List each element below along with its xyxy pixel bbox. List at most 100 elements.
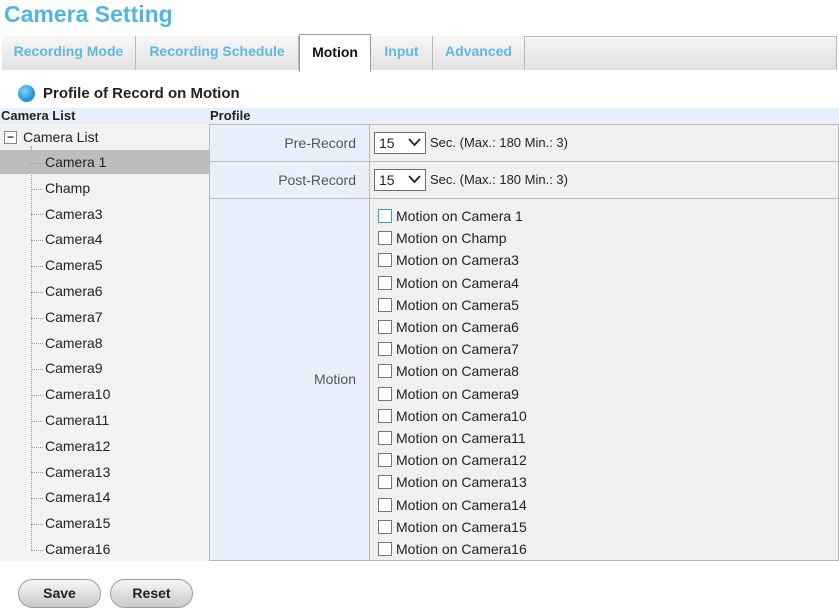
column-header-strip <box>0 108 839 124</box>
tree-item-camera[interactable]: Camera11 <box>31 408 209 432</box>
motion-checkbox[interactable] <box>378 542 392 556</box>
tree-connector <box>31 240 43 242</box>
tree-connector <box>31 265 43 267</box>
reset-button[interactable]: Reset <box>110 579 193 608</box>
motion-checkbox-item[interactable]: Motion on Camera8 <box>378 361 519 381</box>
motion-checkbox[interactable] <box>378 453 392 468</box>
tab-input[interactable]: Input <box>371 36 433 70</box>
tree-item-label: Camera6 <box>45 283 103 299</box>
motion-checkbox[interactable] <box>378 320 392 334</box>
tree-root[interactable]: − Camera List <box>4 128 98 146</box>
save-button[interactable]: Save <box>18 579 101 608</box>
tree-item-camera[interactable]: Camera12 <box>31 434 209 458</box>
tree-item-camera[interactable]: Camera10 <box>31 382 209 406</box>
motion-checkbox[interactable] <box>378 364 392 379</box>
tree-item-label: Camera3 <box>45 205 103 222</box>
motion-checkbox-label: Motion on Camera8 <box>396 363 519 380</box>
tree-item-label: Camera11 <box>45 412 110 428</box>
tree-item-camera[interactable]: Champ <box>31 176 209 200</box>
tree-item-label: Camera4 <box>45 231 103 248</box>
tab-motion[interactable]: Motion <box>299 34 371 72</box>
motion-checkbox-item[interactable]: Motion on Camera3 <box>378 250 519 270</box>
motion-options-cell: Motion on Camera 1 Motion on Champ Motion … <box>370 199 838 560</box>
motion-checkbox-label: Motion on Camera12 <box>396 452 527 469</box>
motion-checkbox-item[interactable]: Motion on Camera15 <box>378 517 527 537</box>
motion-checkbox-item[interactable]: Motion on Camera9 <box>378 384 519 404</box>
motion-checkbox[interactable] <box>378 297 392 312</box>
tree-connector <box>31 498 43 500</box>
camera-list-header: Camera List <box>1 108 76 123</box>
motion-checkbox-item[interactable]: Motion on Camera14 <box>378 495 527 515</box>
tree-item-camera[interactable]: Camera9 <box>31 356 209 380</box>
motion-checkbox-item[interactable]: Motion on Camera10 <box>378 406 527 426</box>
motion-checkbox[interactable] <box>378 253 392 268</box>
tree-item-camera[interactable]: Camera13 <box>31 460 209 484</box>
motion-checkbox-label: Motion on Camera5 <box>396 296 519 313</box>
tree-item-camera[interactable]: Camera7 <box>31 305 209 329</box>
motion-checkbox-item[interactable]: Motion on Camera4 <box>378 273 519 293</box>
tree-item-label: Camera9 <box>45 360 103 377</box>
tree-item-camera[interactable]: Camera8 <box>31 331 209 355</box>
blue-bullet-icon <box>18 84 35 102</box>
tree-connector <box>31 369 43 371</box>
motion-checkbox-label: Motion on Camera13 <box>396 474 527 491</box>
tree-item-camera[interactable]: Camera16 <box>31 537 209 561</box>
motion-checkbox-label: Motion on Camera14 <box>396 496 527 513</box>
motion-checkbox-item[interactable]: Motion on Camera6 <box>378 317 519 337</box>
motion-checkbox[interactable] <box>378 231 392 246</box>
post-record-note: Sec. (Max.: 180 Min.: 3) <box>430 172 568 187</box>
motion-checkbox-item[interactable]: Motion on Camera12 <box>378 450 527 470</box>
post-record-select[interactable]: 15 <box>374 169 426 191</box>
motion-checkbox[interactable] <box>378 275 392 290</box>
tree-item-camera[interactable]: Camera 1 <box>0 150 209 174</box>
tree-connector <box>31 317 43 319</box>
motion-checkbox-label: Motion on Camera16 <box>396 541 527 557</box>
profile-header: Profile <box>210 108 251 123</box>
motion-checkbox-item[interactable]: Motion on Camera5 <box>378 295 519 315</box>
tree-item-camera[interactable]: Camera3 <box>31 202 209 226</box>
tree-connector <box>31 162 43 164</box>
motion-checkbox-item[interactable]: Motion on Champ <box>378 228 507 248</box>
motion-checkbox-item[interactable]: Motion on Camera13 <box>378 472 527 492</box>
section-title: Profile of Record on Motion <box>43 84 240 102</box>
tree-item-camera[interactable]: Camera14 <box>31 485 209 509</box>
section-header: Profile of Record on Motion <box>18 82 240 104</box>
motion-checkbox-label: Motion on Camera15 <box>396 518 527 535</box>
post-record-row: Post-Record 15 Sec. (Max.: 180 Min.: 3) <box>209 161 839 199</box>
tree-item-label: Camera13 <box>45 463 111 480</box>
motion-checkbox-item[interactable]: Motion on Camera16 <box>378 539 527 559</box>
tree-item-camera[interactable]: Camera5 <box>31 253 209 277</box>
tree-connector <box>31 343 43 345</box>
tree-item-camera[interactable]: Camera4 <box>31 227 209 251</box>
chevron-down-icon <box>408 175 421 184</box>
tree-connector <box>31 214 43 216</box>
motion-checkbox-label: Motion on Champ <box>396 230 507 247</box>
motion-checkbox[interactable] <box>378 408 392 423</box>
motion-checkbox[interactable] <box>378 519 392 534</box>
tree-item-label: Camera8 <box>45 334 103 351</box>
motion-checkbox[interactable] <box>378 386 392 401</box>
motion-checkbox[interactable] <box>378 431 392 445</box>
tab-advanced[interactable]: Advanced <box>433 36 525 70</box>
tree-connector <box>31 472 43 474</box>
motion-checkbox-item[interactable]: Motion on Camera 1 <box>378 206 523 226</box>
motion-checkbox-label: Motion on Camera11 <box>396 430 526 446</box>
tree-root-label[interactable]: Camera List <box>23 129 98 145</box>
tree-item-camera[interactable]: Camera6 <box>31 279 209 303</box>
motion-checkbox[interactable] <box>378 497 392 512</box>
motion-checkbox-item[interactable]: Motion on Camera7 <box>378 339 519 359</box>
tree-connector <box>31 523 43 525</box>
tab-recording-schedule[interactable]: Recording Schedule <box>136 36 299 70</box>
tree-item-label: Camera7 <box>45 308 103 325</box>
pre-record-value-cell: 15 Sec. (Max.: 180 Min.: 3) <box>370 125 838 161</box>
motion-checkbox[interactable] <box>378 475 392 490</box>
motion-checkbox[interactable] <box>378 342 392 357</box>
motion-checkbox-item[interactable]: Motion on Camera11 <box>378 428 526 448</box>
tree-item-label: Camera14 <box>45 489 111 506</box>
pre-record-select[interactable]: 15 <box>374 132 426 154</box>
tree-item-camera[interactable]: Camera15 <box>31 511 209 535</box>
tab-recording-mode[interactable]: Recording Mode <box>2 36 136 70</box>
tree-connector <box>31 420 43 422</box>
motion-checkbox[interactable] <box>378 209 392 223</box>
collapse-toggle-icon[interactable]: − <box>4 130 17 144</box>
